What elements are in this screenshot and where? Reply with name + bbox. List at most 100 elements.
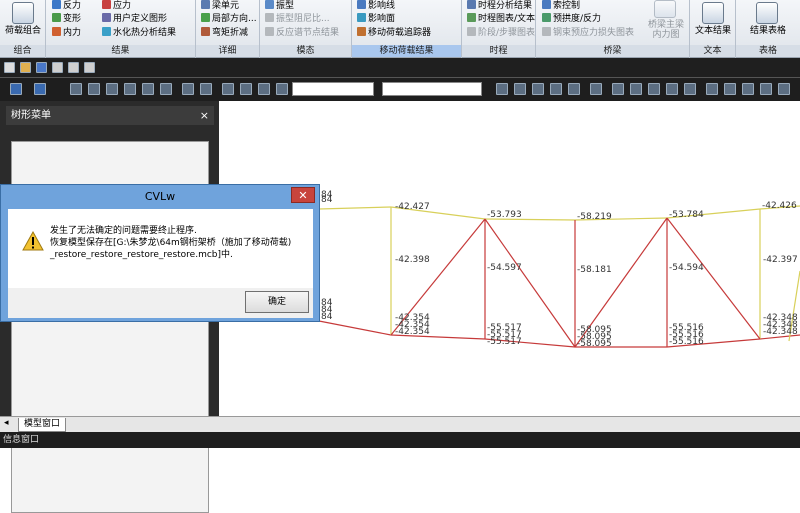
diagonal-member — [666, 217, 761, 340]
reaction-icon — [52, 0, 61, 9]
group-combo: 荷载组合 组合 — [0, 0, 46, 58]
tab-scroll-left-icon[interactable]: ◂ — [4, 418, 9, 428]
activate-icon[interactable] — [182, 83, 194, 95]
beam-element-button[interactable]: 梁单元 — [201, 0, 239, 12]
message-line: _restore_restore_restore_restore.mcb]中. — [50, 250, 233, 260]
influence-surface-button[interactable]: 影响面 — [357, 13, 395, 25]
group-label: 结果 — [46, 45, 195, 57]
select-icon[interactable] — [70, 83, 82, 95]
load-combo-icon[interactable] — [12, 2, 34, 24]
force-label: -53.784 — [669, 210, 704, 220]
undo-icon[interactable] — [10, 83, 22, 95]
render-icon[interactable] — [590, 83, 602, 95]
top-view-icon[interactable] — [532, 83, 544, 95]
print-icon[interactable] — [52, 62, 63, 73]
unselect-icon[interactable] — [160, 83, 172, 95]
deform-button[interactable]: 变形 — [52, 13, 81, 25]
warning-icon — [22, 231, 44, 251]
select-window-icon[interactable] — [88, 83, 100, 95]
select-plane-icon[interactable] — [142, 83, 154, 95]
filter-dropdown-1[interactable] — [292, 82, 374, 96]
force-label: -58.095 — [577, 339, 612, 349]
tendon-loss-button[interactable]: 钢束预应力损失图表 — [542, 27, 634, 39]
mode-icon — [265, 0, 274, 9]
previous-view-icon[interactable] — [630, 83, 642, 95]
redo-icon[interactable] — [34, 83, 46, 95]
stage-graph-button[interactable]: 阶段/步骤图表 — [467, 27, 535, 39]
node-number-icon[interactable] — [706, 83, 718, 95]
select-polygon-icon[interactable] — [106, 83, 118, 95]
view-point-icon[interactable] — [568, 83, 580, 95]
save-icon[interactable] — [36, 62, 47, 73]
force-label: -42.427 — [395, 202, 430, 212]
group-text: 文本结果 文本 — [690, 0, 736, 58]
text-result-button[interactable]: 文本结果 — [690, 26, 736, 37]
table-result-button[interactable]: 结果表格 — [736, 26, 800, 37]
dialog-message: 发生了无法确定的问题需要终止程序. 恢复模型保存在[G:\朱梦龙\64m钢桁架桥… — [50, 225, 310, 261]
tracker-button[interactable]: 移动荷载追踪器 — [357, 27, 431, 39]
heat-icon — [102, 27, 111, 36]
view-toolbar — [0, 78, 800, 101]
element-number-icon[interactable] — [724, 83, 736, 95]
influence-line-button[interactable]: 影响线 — [357, 0, 395, 12]
table-result-icon[interactable] — [756, 2, 778, 24]
load-combo-button[interactable]: 荷载组合 — [0, 26, 46, 37]
display-icon[interactable] — [684, 83, 696, 95]
text-result-icon[interactable] — [702, 2, 724, 24]
cable-control-button[interactable]: 索控制 — [542, 0, 580, 12]
stress-icon — [102, 0, 111, 9]
open-folder-icon[interactable] — [20, 62, 31, 73]
group-label: 时程 — [462, 45, 535, 57]
front-view-icon[interactable] — [514, 83, 526, 95]
iso-view-icon[interactable] — [496, 83, 508, 95]
lock-icon[interactable] — [742, 83, 754, 95]
group-label: 表格 — [736, 45, 800, 57]
save-as-icon[interactable] — [68, 62, 79, 73]
filter-dropdown-2[interactable] — [382, 82, 482, 96]
settings-icon[interactable] — [84, 62, 95, 73]
fit-icon[interactable] — [612, 83, 624, 95]
new-file-icon[interactable] — [4, 62, 15, 73]
group-label: 桥梁 — [536, 45, 689, 57]
dialog-close-button[interactable]: ✕ — [291, 187, 315, 203]
force-label: -54.594 — [669, 263, 704, 273]
dialog-body: 发生了无法确定的问题需要终止程序. 恢复模型保存在[G:\朱梦龙\64m钢桁架桥… — [8, 209, 313, 288]
close-icon[interactable]: × — [200, 106, 209, 125]
ok-button[interactable]: 确定 — [245, 291, 309, 313]
user-graph-button[interactable]: 用户定义图形 — [102, 13, 167, 25]
spectrum-button[interactable]: 反应谱节点结果 — [265, 27, 339, 39]
damping-button[interactable]: 振型阻尼比... — [265, 13, 330, 25]
force-button[interactable]: 内力 — [52, 27, 81, 39]
girder-force-label-2[interactable]: 内力图 — [644, 30, 688, 41]
group-history: 时程分析结果 时程图表/文本 阶段/步骤图表 时程 — [462, 0, 536, 58]
perspective-icon[interactable] — [666, 83, 678, 95]
stress-button[interactable]: 应力 — [102, 0, 131, 12]
heat-result-button[interactable]: 水化热分析结果 — [102, 27, 176, 39]
pin-icon[interactable] — [778, 83, 790, 95]
side-view-icon[interactable] — [550, 83, 562, 95]
moment-reduce-button[interactable]: 弯矩折减 — [201, 27, 248, 39]
shrink-icon[interactable] — [648, 83, 660, 95]
force-label: -55.516 — [669, 337, 704, 347]
reaction-button[interactable]: 反力 — [52, 0, 81, 12]
tab-model-window[interactable]: 模型窗口 — [18, 418, 67, 432]
th-result-button[interactable]: 时程分析结果 — [467, 0, 532, 12]
pan-icon[interactable] — [240, 83, 252, 95]
zoom-icon[interactable] — [222, 83, 234, 95]
tendon-icon — [542, 27, 551, 36]
inactivate-icon[interactable] — [200, 83, 212, 95]
th-graph-icon — [467, 13, 476, 22]
camber-button[interactable]: 预拱度/反力 — [542, 13, 601, 25]
mode-shape-button[interactable]: 振型 — [265, 0, 294, 12]
group-results: 反力 变形 内力 应力 用户定义图形 水化热分析结果 结果 — [46, 0, 196, 58]
unlock-icon[interactable] — [760, 83, 772, 95]
girder-icon — [654, 0, 676, 18]
rotate-icon[interactable] — [258, 83, 270, 95]
group-detail: 梁单元 局部方向... 弯矩折减 详细 — [196, 0, 260, 58]
graph-icon — [102, 13, 111, 22]
local-dir-button[interactable]: 局部方向... — [201, 13, 257, 25]
select-line-icon[interactable] — [124, 83, 136, 95]
cursor-icon[interactable] — [276, 83, 288, 95]
th-graph-button[interactable]: 时程图表/文本 — [467, 13, 535, 25]
force-label: -58.219 — [577, 212, 612, 222]
